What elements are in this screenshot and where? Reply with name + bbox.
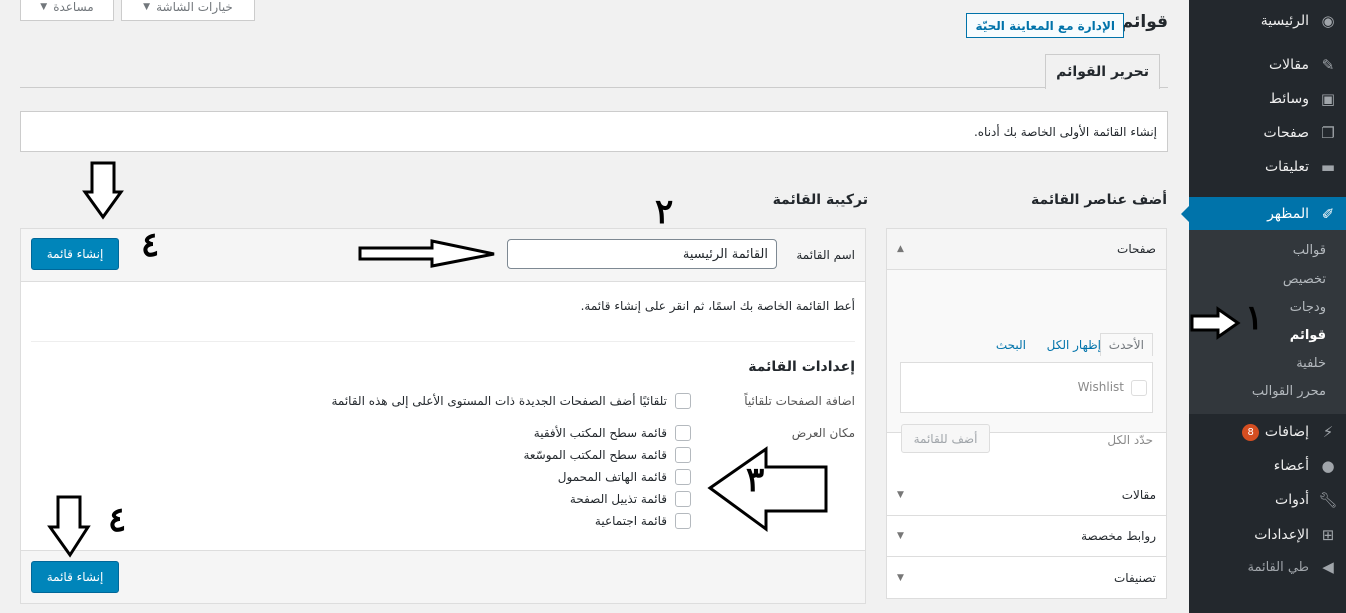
pages-list-panel: Wishlist — [900, 362, 1153, 413]
pages-section-header[interactable]: صفحات ▲ — [887, 229, 1166, 270]
menu-collapse[interactable]: ◀ طي القائمة — [1189, 550, 1346, 584]
caret-down-icon: ▼ — [897, 490, 904, 500]
page-item-label: Wishlist — [1077, 380, 1124, 394]
annotation-number: ٤ — [141, 225, 160, 265]
location-checkbox[interactable] — [675, 469, 691, 485]
plugins-icon: ⚡ — [1322, 423, 1334, 441]
add-items-accordion: صفحات ▲ الأحدث إظهار الكل البحث Wishlist … — [886, 228, 1167, 599]
menu-edit-box: اسم القائمة إنشاء قائمة أعط القائمة الخا… — [20, 228, 866, 604]
submenu-theme-editor[interactable]: محرر القوالب — [1252, 384, 1326, 399]
screen-options-button[interactable]: خيارات الشاشة ▼ — [121, 0, 255, 21]
menu-posts[interactable]: ✎ مقالات — [1189, 48, 1346, 82]
location-checkbox[interactable] — [675, 425, 691, 441]
categories-section-header[interactable]: تصنيفات ▼ — [887, 557, 1166, 598]
location-label: قائمة الهاتف المحمول — [557, 470, 667, 484]
location-checkbox[interactable] — [675, 513, 691, 529]
submenu-background[interactable]: خلفية — [1296, 356, 1326, 371]
menu-media[interactable]: ▣ وسائط — [1189, 82, 1346, 116]
annotation-number: ٣ — [746, 460, 765, 500]
display-location-label: مكان العرض — [791, 426, 855, 440]
caret-down-icon: ▼ — [143, 2, 151, 12]
caret-down-icon: ▼ — [40, 2, 48, 12]
annotation-number: ٢ — [655, 192, 674, 232]
appearance-submenu: قوالب تخصيص ودجات قوائم خلفية محرر القوا… — [1189, 230, 1346, 414]
annotation-number: ٤ — [108, 500, 127, 540]
comments-icon: ▬ — [1320, 158, 1336, 176]
auto-add-text: تلقائيًا أضف الصفحات الجديدة ذات المستوى… — [331, 394, 667, 408]
submenu-menus[interactable]: قوائم — [1290, 328, 1326, 343]
page-title: قوائم — [1120, 12, 1168, 32]
menu-structure-title: تركيبة القائمة — [772, 192, 868, 208]
location-checkbox[interactable] — [675, 447, 691, 463]
down-arrow-icon — [82, 161, 124, 220]
caret-down-icon: ▼ — [897, 531, 904, 541]
pin-icon: ✎ — [1321, 56, 1335, 74]
pages-section-body: الأحدث إظهار الكل البحث Wishlist حدّد ال… — [887, 270, 1166, 453]
tab-view-all[interactable]: إظهار الكل — [1047, 338, 1101, 352]
menu-settings-title: إعدادات القائمة — [748, 359, 855, 375]
select-all-label[interactable]: حدّد الكل — [1107, 433, 1153, 447]
tab-most-recent[interactable]: الأحدث — [1099, 333, 1153, 356]
notice: إنشاء القائمة الأولى الخاصة بك أدناه. — [20, 111, 1168, 152]
submenu-customize[interactable]: تخصيص — [1283, 272, 1326, 287]
create-menu-button-bottom[interactable]: إنشاء قائمة — [31, 561, 119, 593]
auto-add-label: اضافة الصفحات تلقائياً — [744, 394, 855, 408]
annotation-number: ١ — [1245, 298, 1264, 338]
divider — [31, 341, 855, 342]
menu-comments[interactable]: ▬ تعليقات — [1189, 150, 1346, 184]
menu-footer: إنشاء قائمة — [21, 550, 865, 603]
submenu-themes[interactable]: قوالب — [1293, 243, 1326, 258]
custom-links-section-header[interactable]: روابط مخصصة ▼ — [887, 516, 1166, 557]
menu-dashboard[interactable]: ◉ الرئيسية — [1189, 4, 1346, 38]
location-label: قائمة تذييل الصفحة — [569, 492, 667, 506]
tools-icon: 🔧︎ — [1318, 491, 1338, 509]
tab-search[interactable]: البحث — [996, 338, 1026, 352]
location-label: قائمة اجتماعية — [594, 514, 667, 528]
create-menu-button[interactable]: إنشاء قائمة — [31, 238, 119, 270]
tab-edit-menus[interactable]: تحرير القوائم — [1045, 54, 1160, 89]
location-checkbox[interactable] — [675, 491, 691, 507]
live-preview-button[interactable]: الإدارة مع المعاينة الحيّة — [966, 13, 1124, 38]
brush-icon: ✐ — [1321, 205, 1335, 223]
add-items-title: أضف عناصر القائمة — [1030, 192, 1167, 208]
menu-plugins[interactable]: ⚡ إضافات 8 — [1189, 415, 1346, 449]
location-label: قائمة سطح المكتب الموسّعة — [523, 448, 667, 462]
admin-sidebar: ◉ الرئيسية ✎ مقالات ▣ وسائط ❐ صفحات ▬ تعليقات… — [1181, 0, 1346, 613]
page-checkbox[interactable] — [1131, 380, 1147, 396]
add-to-menu-button[interactable]: أضف للقائمة — [901, 424, 990, 453]
posts-section-header[interactable]: مقالات ▼ — [887, 475, 1166, 516]
menu-hint: أعط القائمة الخاصة بك اسمًا، ثم انقر على… — [580, 299, 855, 313]
menu-settings[interactable]: ⊞ الإعدادات — [1189, 518, 1346, 552]
submenu-widgets[interactable]: ودجات — [1290, 300, 1326, 315]
dashboard-icon: ◉ — [1321, 12, 1335, 30]
location-label: قائمة سطح المكتب الأفقية — [533, 426, 667, 440]
tabs-divider — [20, 87, 1168, 88]
plugins-update-badge: 8 — [1242, 423, 1259, 441]
help-button[interactable]: مساعدة ▼ — [20, 0, 114, 21]
settings-icon: ⊞ — [1321, 526, 1335, 544]
menu-pages[interactable]: ❐ صفحات — [1189, 116, 1346, 150]
collapse-icon: ◀ — [1322, 558, 1334, 576]
menu-users[interactable]: ● أعضاء — [1189, 449, 1346, 483]
active-pointer — [1181, 206, 1189, 222]
caret-down-icon: ▼ — [897, 572, 904, 583]
pages-icon: ❐ — [1321, 124, 1335, 142]
menu-appearance[interactable]: ✐ المظهر — [1181, 197, 1346, 231]
caret-up-icon: ▲ — [897, 244, 904, 254]
users-icon: ● — [1321, 457, 1335, 475]
auto-add-checkbox[interactable] — [675, 393, 691, 409]
media-icon: ▣ — [1320, 90, 1336, 108]
menu-name-label: اسم القائمة — [796, 248, 855, 262]
menu-name-input[interactable] — [507, 239, 777, 269]
menu-tools[interactable]: 🔧︎ أدوات — [1189, 483, 1346, 517]
